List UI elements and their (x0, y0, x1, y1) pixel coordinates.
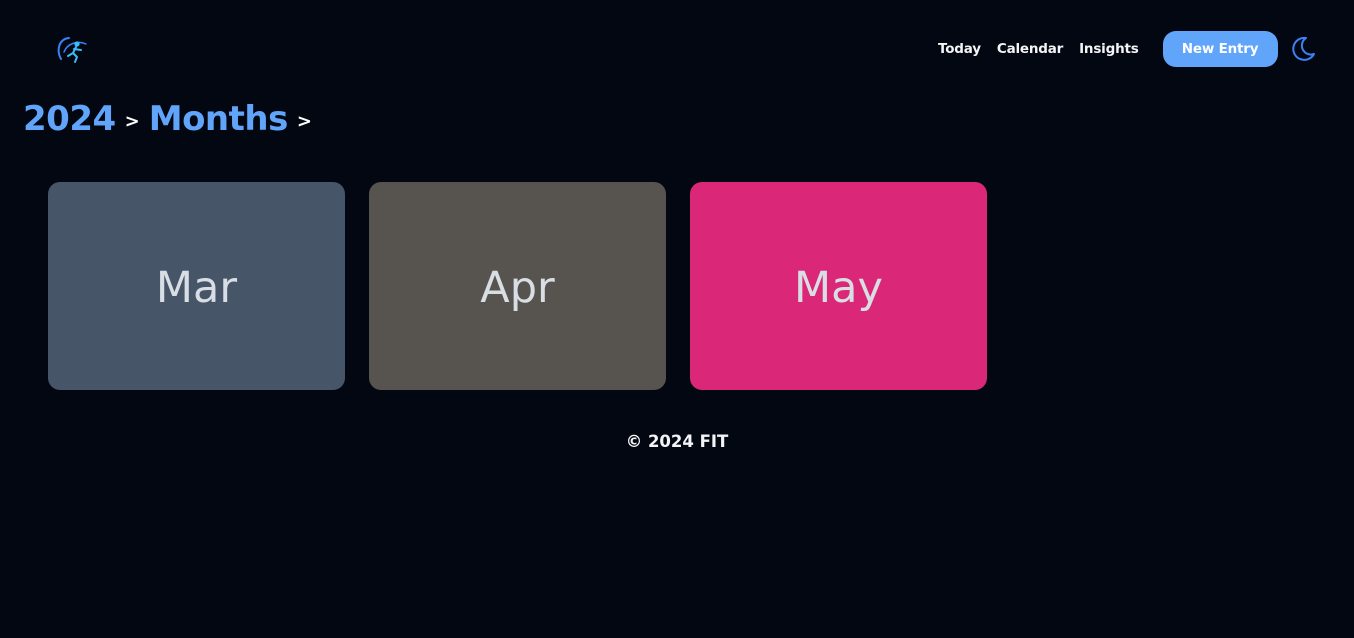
new-entry-button[interactable]: New Entry (1162, 31, 1278, 67)
breadcrumb-separator: > (124, 110, 140, 132)
month-label: Apr (480, 262, 555, 313)
breadcrumb: 2024 > Months > (23, 96, 321, 142)
month-card-apr[interactable]: Apr (369, 182, 666, 390)
month-card-mar[interactable]: Mar (48, 182, 345, 390)
footer-copyright: © 2024 FIT (625, 432, 729, 451)
month-grid: Mar Apr May (48, 182, 987, 390)
nav-today[interactable]: Today (938, 41, 981, 57)
month-label: Mar (155, 262, 238, 313)
nav-calendar[interactable]: Calendar (997, 41, 1063, 57)
nav-insights[interactable]: Insights (1079, 41, 1139, 57)
month-card-may[interactable]: May (690, 182, 987, 390)
main-nav: Today Calendar Insights New Entry (938, 31, 1278, 67)
breadcrumb-separator: > (296, 110, 312, 132)
month-label: May (794, 262, 883, 313)
moon-icon[interactable] (1287, 34, 1317, 64)
header: Today Calendar Insights New Entry (0, 0, 1354, 98)
runner-logo-icon[interactable] (55, 34, 89, 64)
breadcrumb-year[interactable]: 2024 (23, 99, 116, 139)
breadcrumb-months[interactable]: Months (149, 99, 289, 139)
